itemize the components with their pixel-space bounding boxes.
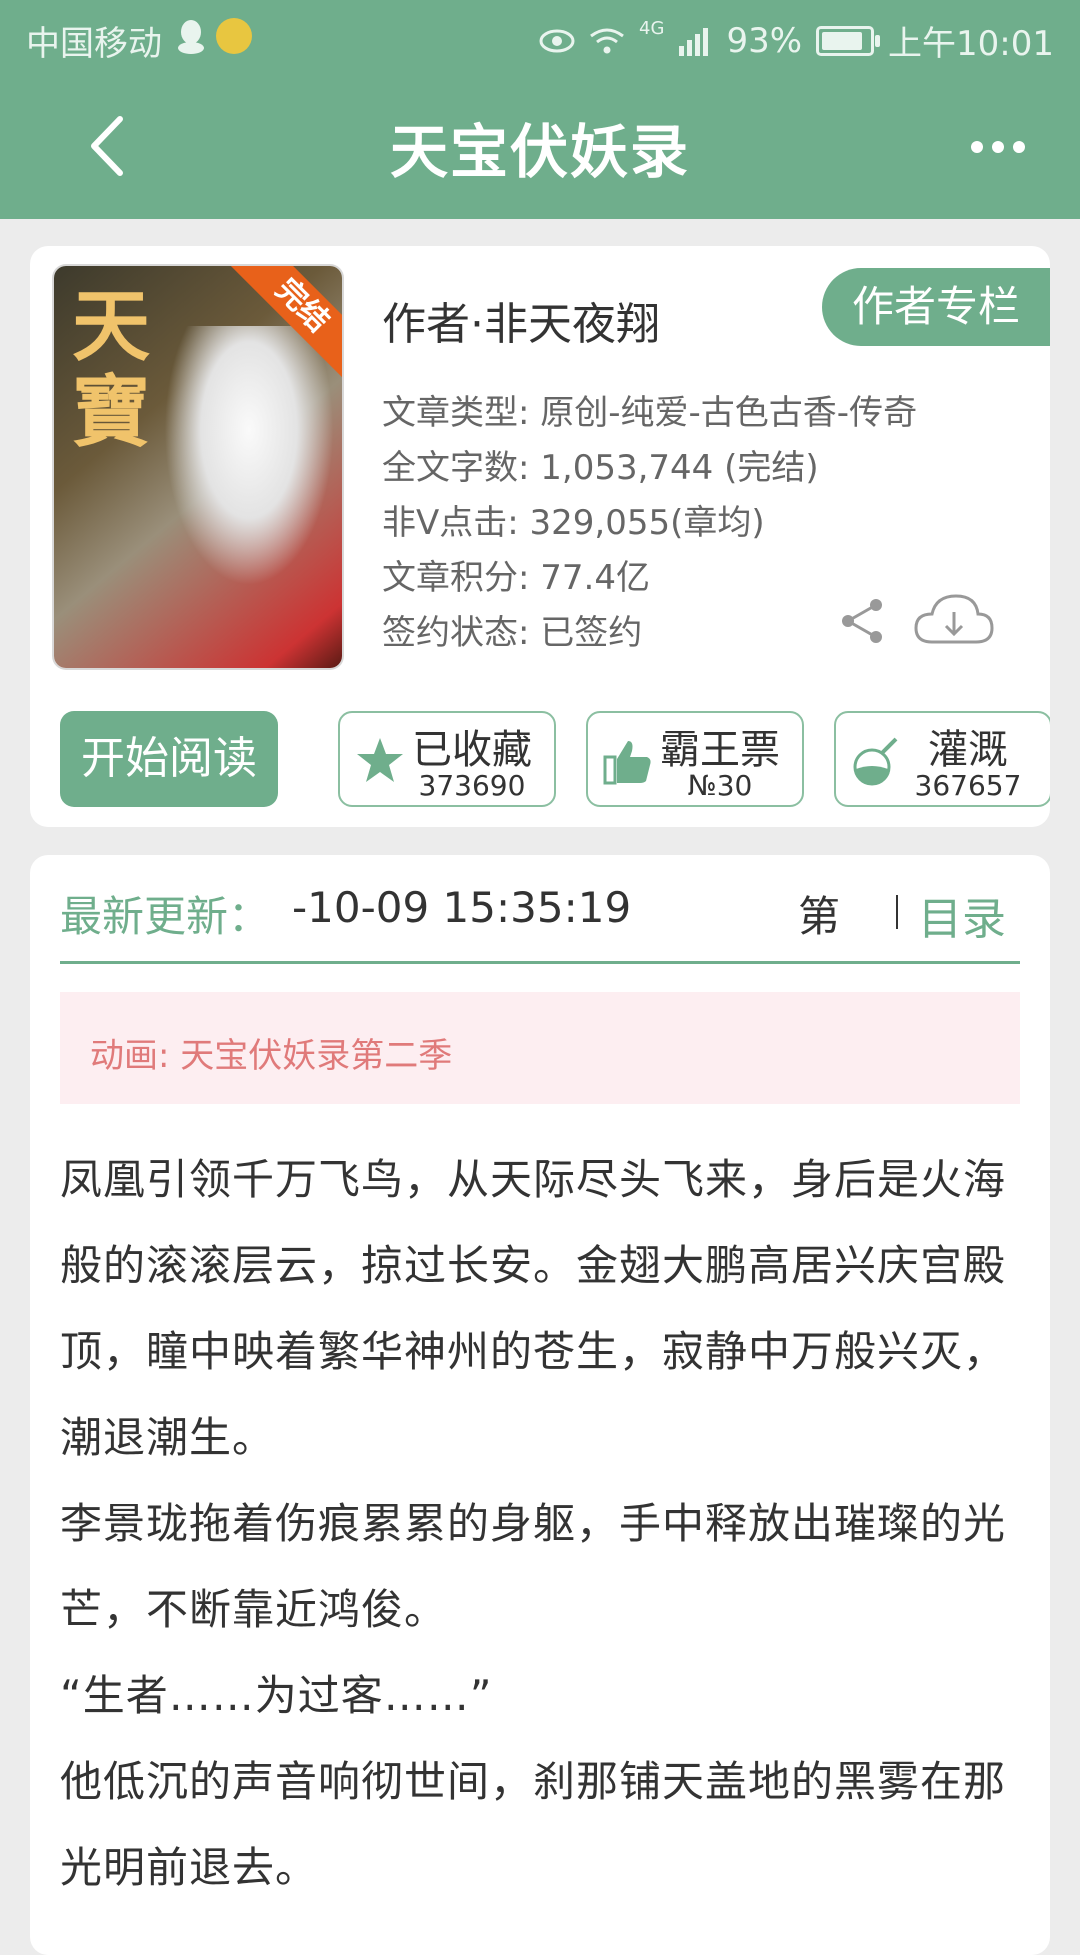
meta-clicks: 非Ⅴ点击: 329,055(章均) bbox=[382, 503, 765, 543]
page-title: 天宝伏妖录 bbox=[389, 118, 690, 186]
animation-notice[interactable]: 动画: 天宝伏妖录第二季 bbox=[60, 992, 1020, 1104]
favorite-label: 已收藏 bbox=[412, 727, 532, 773]
author-column-button[interactable]: 作者专栏 bbox=[822, 268, 1050, 346]
notice-text: 动画: 天宝伏妖录第二季 bbox=[90, 1036, 453, 1076]
latest-update-time: -10-09 15:35:19 bbox=[292, 883, 632, 932]
nutrient-label: 灌溉 bbox=[928, 727, 1008, 773]
overlord-ticket-button[interactable]: 霸王票 №30 bbox=[586, 711, 804, 807]
overlord-ticket-rank: №30 bbox=[687, 769, 753, 802]
eye-icon bbox=[539, 29, 575, 52]
overlord-ticket-label: 霸王票 bbox=[660, 727, 780, 773]
cover-illustration bbox=[164, 326, 334, 586]
carrier-label: 中国移动 bbox=[26, 24, 162, 64]
synopsis-paragraph: 他低沉的声音响彻世间，刹那铺天盖地的黑雾在那光明前退去。 bbox=[60, 1757, 1007, 1892]
synopsis-paragraph: “生者……为过客……” bbox=[60, 1671, 493, 1720]
meta-word-count: 全文字数: 1,053,744 (完结) bbox=[382, 448, 819, 488]
author-name[interactable]: 作者·非天夜翔 bbox=[382, 288, 660, 352]
meta-genre: 文章类型: 原创-纯爱-古色古香-传奇 bbox=[382, 393, 918, 433]
meta-score: 文章积分: 77.4亿 bbox=[382, 558, 650, 598]
app-notification-icon bbox=[216, 18, 252, 54]
favorite-count: 373690 bbox=[418, 769, 526, 802]
content-card: 最新更新： -10-09 15:35:19 第 目录 动画: 天宝伏妖录第二季 … bbox=[30, 855, 1050, 1955]
clock: 上午10:01 bbox=[888, 24, 1054, 64]
penguin-icon bbox=[178, 20, 204, 54]
meta-sign-status: 签约状态: 已签约 bbox=[382, 613, 643, 653]
battery-percent: 93% bbox=[726, 20, 803, 61]
synopsis-paragraph: 李景珑拖着伤痕累累的身躯，手中释放出璀璨的光芒，不断靠近鸿俊。 bbox=[60, 1499, 1007, 1634]
cover-title: 天寶 bbox=[72, 281, 151, 458]
synopsis: 凤凰引领千万飞鸟，从天际尽头飞来，身后是火海般的滚滚层云，掠过长安。金翅大鹏高居… bbox=[60, 1137, 1030, 1911]
divider bbox=[896, 895, 898, 929]
battery-icon bbox=[816, 25, 881, 56]
nutrient-count: 367657 bbox=[914, 769, 1022, 802]
start-reading-button[interactable]: 开始阅读 bbox=[60, 711, 278, 807]
wifi-icon bbox=[590, 28, 624, 53]
cloud-download-icon[interactable] bbox=[912, 590, 996, 652]
book-cover[interactable]: 天寶 完结 bbox=[54, 266, 342, 668]
latest-update-row: 最新更新： -10-09 15:35:19 第 目录 bbox=[60, 855, 1020, 964]
signal-icon bbox=[679, 27, 709, 56]
nutrient-button[interactable]: 灌溉 367657 bbox=[834, 711, 1050, 807]
book-info-card: 天寶 完结 作者·非天夜翔 作者专栏 文章类型: 原创-纯爱-古色古香-传奇 全… bbox=[30, 246, 1050, 827]
favorite-button[interactable]: 已收藏 373690 bbox=[338, 711, 556, 807]
app-header: 天宝伏妖录 bbox=[0, 75, 1080, 219]
top-bar: 中国移动 4G 93% 上午10:01 天宝伏妖录 bbox=[0, 0, 1080, 219]
action-row: 开始阅读 已收藏 373690 霸王票 №30 灌溉 367657 bbox=[60, 711, 1050, 809]
share-icon[interactable] bbox=[838, 596, 888, 646]
table-of-contents-button[interactable]: 目录 bbox=[918, 883, 1006, 947]
synopsis-paragraph: 凤凰引领千万飞鸟，从天际尽头飞来，身后是火海般的滚滚层云，掠过长安。金翅大鹏高居… bbox=[60, 1155, 1007, 1462]
book-meta: 文章类型: 原创-纯爱-古色古香-传奇 全文字数: 1,053,744 (完结)… bbox=[382, 386, 917, 661]
status-bar: 中国移动 4G 93% 上午10:01 bbox=[0, 0, 1080, 75]
latest-update-label: 最新更新： bbox=[60, 892, 271, 941]
network-type-label: 4G bbox=[639, 18, 665, 39]
latest-chapter-link[interactable]: 第 bbox=[798, 883, 840, 944]
more-options-icon[interactable] bbox=[968, 133, 1028, 161]
